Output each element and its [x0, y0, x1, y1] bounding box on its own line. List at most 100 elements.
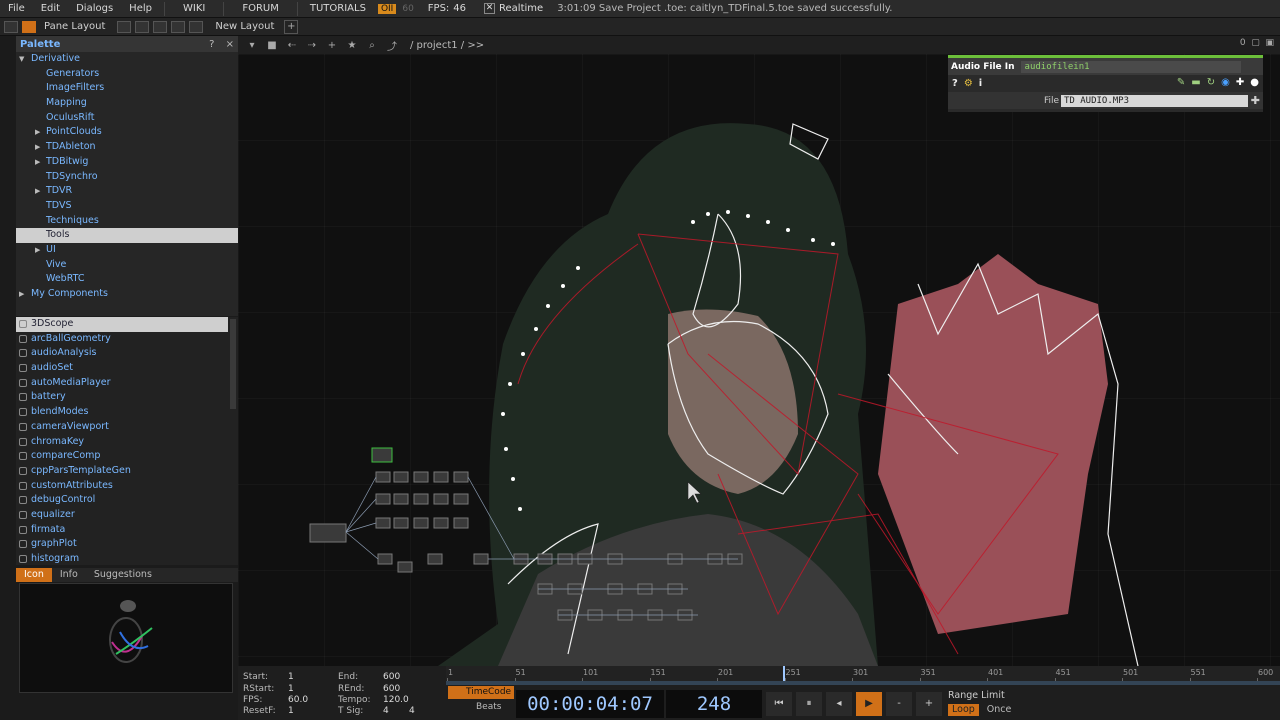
- tsig-b-field[interactable]: 4: [409, 706, 415, 716]
- palette-item-tdbitwig[interactable]: ▶ TDBitwig: [16, 155, 238, 170]
- rstart-field[interactable]: 1: [288, 684, 294, 694]
- expand-closed-icon[interactable]: ▶: [35, 243, 40, 258]
- component-item[interactable]: customAttributes: [16, 479, 238, 494]
- menu-dialogs[interactable]: Dialogs: [68, 3, 121, 14]
- component-item[interactable]: blendModes: [16, 405, 238, 420]
- timecode-display[interactable]: 00:00:04:07: [516, 690, 664, 718]
- start-field[interactable]: 1: [288, 672, 294, 682]
- end-field[interactable]: 600: [383, 672, 400, 682]
- fps-field[interactable]: 60.0: [288, 695, 308, 705]
- timeline-track[interactable]: [446, 681, 1280, 685]
- component-item[interactable]: cppParsTemplateGen: [16, 464, 238, 479]
- tsig-a-field[interactable]: 4: [383, 706, 389, 716]
- td-logo-icon[interactable]: [22, 20, 36, 33]
- layout-split-v-icon[interactable]: [153, 20, 168, 33]
- stop-icon[interactable]: ■: [266, 40, 278, 51]
- component-item[interactable]: equalizer: [16, 508, 238, 523]
- component-item[interactable]: autoMediaPlayer: [16, 376, 238, 391]
- component-item[interactable]: cameraViewport: [16, 420, 238, 435]
- beats-button[interactable]: Beats: [448, 699, 514, 715]
- palette-item-pointclouds[interactable]: ▶ PointClouds: [16, 125, 238, 140]
- palette-item-tools[interactable]: Tools: [16, 228, 238, 243]
- comment-icon[interactable]: ▬: [1191, 77, 1200, 88]
- tab-info[interactable]: Info: [52, 568, 86, 582]
- once-button[interactable]: Once: [983, 704, 1016, 716]
- wiki-link[interactable]: WIKI: [169, 3, 219, 14]
- component-item[interactable]: battery: [16, 390, 238, 405]
- file-field[interactable]: TD AUDIO.MP3: [1061, 94, 1248, 107]
- scrollbar[interactable]: [230, 319, 236, 409]
- palette-item-oculusrift[interactable]: OculusRift: [16, 111, 238, 126]
- palette-item-generators[interactable]: Generators: [16, 67, 238, 82]
- palette-item-mapping[interactable]: Mapping: [16, 96, 238, 111]
- palette-item-webrtc[interactable]: WebRTC: [16, 272, 238, 287]
- layout-triple-icon[interactable]: [189, 20, 204, 33]
- component-item[interactable]: 3DScope: [16, 317, 228, 332]
- expand-closed-icon[interactable]: ▶: [35, 125, 40, 140]
- palette-item-tdsynchro[interactable]: TDSynchro: [16, 170, 238, 185]
- palette-item-tdvr[interactable]: ▶ TDVR: [16, 184, 238, 199]
- component-item[interactable]: audioSet: [16, 361, 238, 376]
- perf-monitor-button[interactable]: OII: [377, 3, 397, 14]
- network-path[interactable]: / project1 / >>: [410, 40, 484, 51]
- param-help-icon[interactable]: ?: [952, 78, 958, 89]
- timecode-button[interactable]: TimeCode: [448, 686, 514, 699]
- expand-closed-icon[interactable]: ▶: [19, 287, 24, 302]
- realtime-checkbox[interactable]: ✕: [484, 3, 496, 14]
- close-icon[interactable]: ×: [226, 39, 234, 50]
- palette-item-vive[interactable]: Vive: [16, 258, 238, 273]
- step-back-button[interactable]: ◂: [826, 692, 852, 716]
- loop-button[interactable]: Loop: [948, 704, 979, 716]
- new-layout-tab[interactable]: New Layout: [207, 21, 282, 32]
- step-minus-button[interactable]: -: [886, 692, 912, 716]
- resetf-field[interactable]: 1: [288, 706, 294, 716]
- tab-icon[interactable]: Icon: [16, 568, 52, 582]
- network-canvas[interactable]: [238, 54, 1280, 666]
- globe-icon[interactable]: ◉: [1221, 77, 1230, 88]
- layout-split-h-icon[interactable]: [135, 20, 150, 33]
- info-icon[interactable]: i: [979, 78, 982, 89]
- component-item[interactable]: histogram: [16, 552, 238, 565]
- play-button[interactable]: ▶: [856, 692, 882, 716]
- step-plus-button[interactable]: +: [916, 692, 942, 716]
- expand-closed-icon[interactable]: ▶: [35, 184, 40, 199]
- palette-item-ui[interactable]: ▶ UI: [16, 243, 238, 258]
- component-item[interactable]: arcBallGeometry: [16, 332, 238, 347]
- refresh-icon[interactable]: ↻: [1207, 77, 1215, 88]
- edit-icon[interactable]: ✎: [1177, 77, 1185, 88]
- menu-file[interactable]: File: [0, 3, 33, 14]
- menu-edit[interactable]: Edit: [33, 3, 68, 14]
- component-item[interactable]: debugControl: [16, 493, 238, 508]
- tempo-field[interactable]: 120.0: [383, 695, 409, 705]
- menu-help[interactable]: Help: [121, 3, 160, 14]
- up-level-icon[interactable]: ⤴: [386, 38, 398, 53]
- component-item[interactable]: graphPlot: [16, 537, 238, 552]
- expand-closed-icon[interactable]: ▶: [35, 155, 40, 170]
- palette-item-derivative[interactable]: ▼ Derivative: [16, 52, 238, 67]
- tab-suggestions[interactable]: Suggestions: [86, 568, 160, 582]
- palette-item-techniques[interactable]: Techniques: [16, 214, 238, 229]
- palette-item-my-components[interactable]: ▶ My Components: [16, 287, 238, 302]
- window-icon[interactable]: [4, 20, 18, 33]
- component-item[interactable]: compareComp: [16, 449, 238, 464]
- tutorials-link[interactable]: TUTORIALS: [302, 3, 374, 14]
- file-browse-button[interactable]: ✚: [1251, 94, 1260, 107]
- expand-closed-icon[interactable]: ▶: [35, 140, 40, 155]
- palette-item-imagefilters[interactable]: ImageFilters: [16, 81, 238, 96]
- component-item[interactable]: audioAnalysis: [16, 346, 238, 361]
- menu-caret-icon[interactable]: ▾: [246, 40, 258, 51]
- help-icon[interactable]: ?: [209, 39, 214, 50]
- expand-open-icon[interactable]: ▼: [19, 52, 24, 67]
- python-icon[interactable]: ⚙: [964, 78, 973, 89]
- component-item[interactable]: chromaKey: [16, 435, 238, 450]
- forum-link[interactable]: FORUM: [228, 3, 293, 14]
- forward-icon[interactable]: ⇢: [306, 40, 318, 51]
- layout-quad-icon[interactable]: [171, 20, 186, 33]
- layout-single-icon[interactable]: [117, 20, 132, 33]
- palette-item-tdvs[interactable]: TDVS: [16, 199, 238, 214]
- bookmark-icon[interactable]: ★: [346, 40, 358, 51]
- add-icon[interactable]: ✚: [1236, 77, 1244, 88]
- search-icon[interactable]: ⌕: [366, 40, 378, 51]
- frame-display[interactable]: 248: [666, 690, 762, 718]
- rewind-button[interactable]: ⏮: [766, 692, 792, 716]
